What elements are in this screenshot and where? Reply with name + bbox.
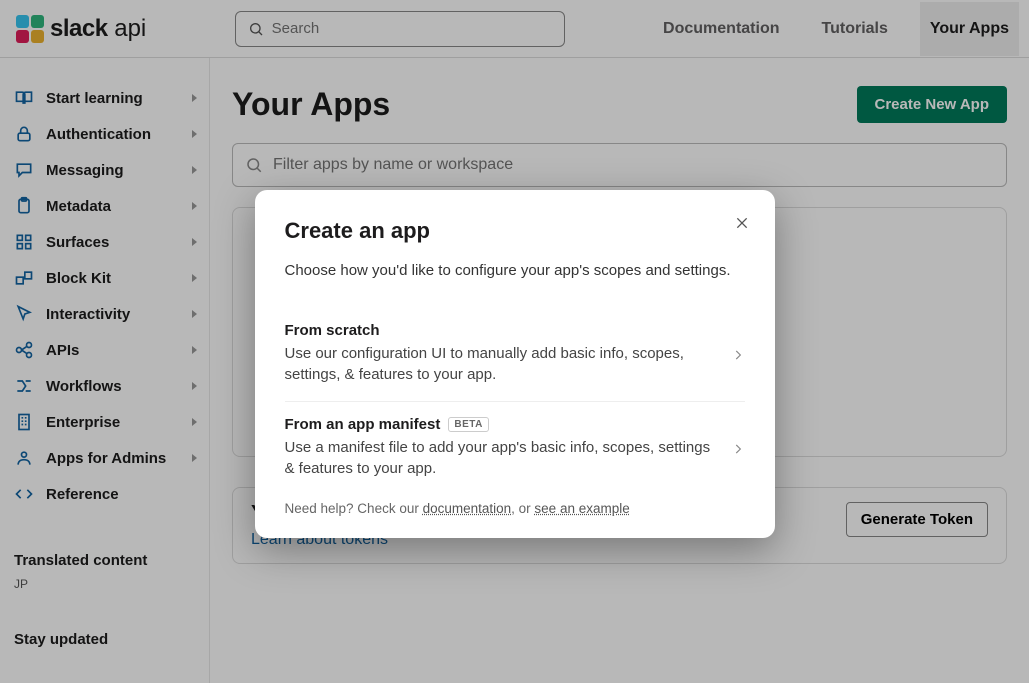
- option-title: From an app manifest: [285, 416, 441, 433]
- option-from-scratch[interactable]: From scratch Use our configuration UI to…: [285, 307, 745, 401]
- modal-help-text: Need help? Check our documentation, or s…: [285, 501, 745, 516]
- option-title: From scratch: [285, 322, 380, 339]
- option-desc: Use our configuration UI to manually add…: [285, 343, 717, 385]
- modal-overlay[interactable]: Create an app Choose how you'd like to c…: [0, 0, 1029, 683]
- chevron-right-icon: [731, 442, 745, 456]
- modal-title: Create an app: [285, 218, 745, 244]
- chevron-right-icon: [731, 348, 745, 362]
- documentation-link[interactable]: documentation: [423, 501, 512, 516]
- option-from-manifest[interactable]: From an app manifest BETA Use a manifest…: [285, 401, 745, 495]
- close-modal-button[interactable]: [731, 212, 753, 234]
- modal-subtitle: Choose how you'd like to configure your …: [285, 262, 745, 279]
- option-desc: Use a manifest file to add your app's ba…: [285, 437, 717, 479]
- see-example-link[interactable]: see an example: [534, 501, 629, 516]
- close-icon: [734, 215, 750, 231]
- beta-badge: BETA: [448, 417, 488, 432]
- create-app-modal: Create an app Choose how you'd like to c…: [255, 190, 775, 538]
